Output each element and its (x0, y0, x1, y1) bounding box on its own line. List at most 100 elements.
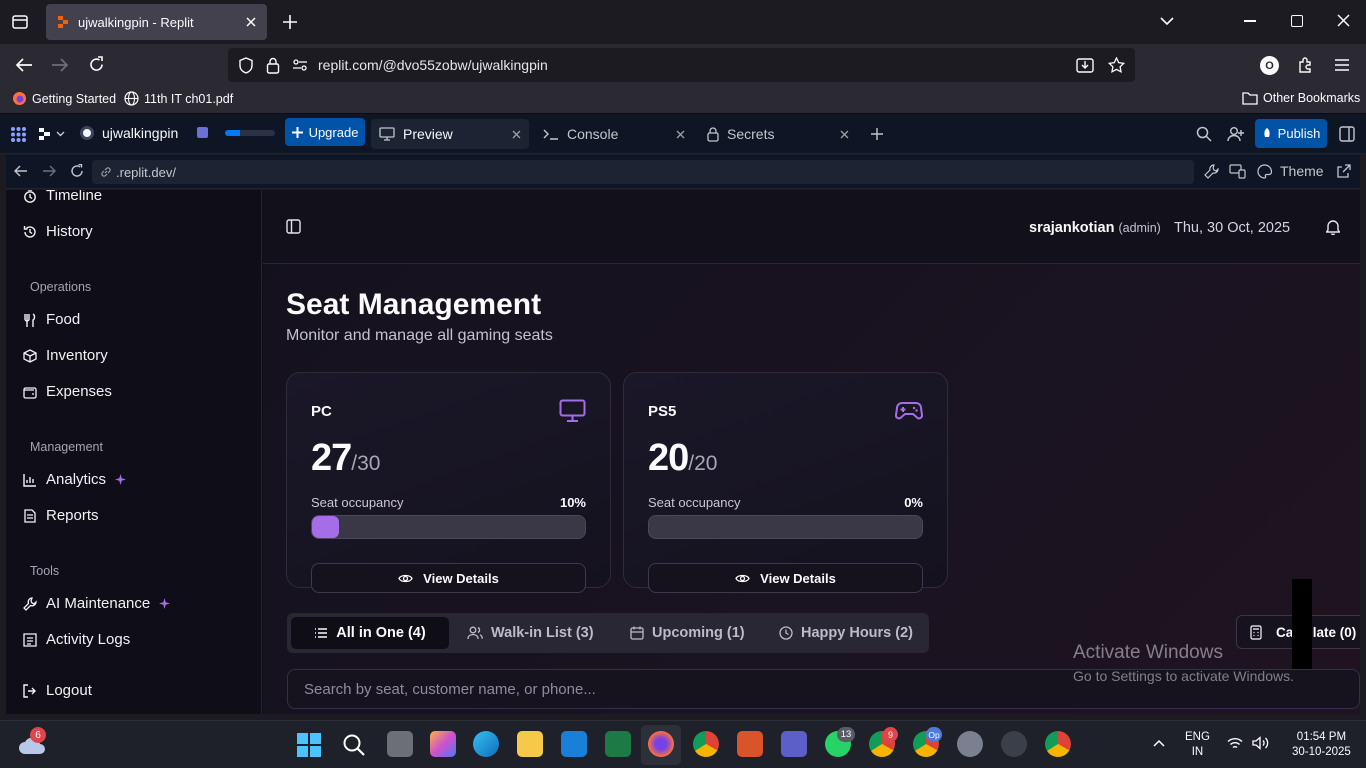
site-permissions-icon[interactable] (292, 58, 308, 72)
sidebar-item-history[interactable]: History (23, 223, 93, 240)
windows-start-icon[interactable] (297, 733, 321, 757)
view-details-button[interactable]: View Details (311, 563, 586, 593)
sidebar-item-activity-logs[interactable]: Activity Logs (23, 631, 130, 648)
save-to-pocket-icon[interactable] (1076, 57, 1094, 73)
sidebar-item-expenses[interactable]: Expenses (23, 383, 112, 400)
upgrade-button[interactable]: Upgrade (285, 118, 365, 146)
forward-icon[interactable] (51, 57, 69, 73)
bell-icon[interactable] (1326, 219, 1340, 235)
tab-all-in-one[interactable]: All in One (4) (291, 617, 449, 649)
open-new-window-icon[interactable] (1337, 164, 1351, 178)
back-icon[interactable] (15, 57, 33, 73)
repl-name[interactable]: ujwalkingpin (80, 125, 178, 141)
palette-icon (1257, 163, 1272, 179)
sidebar-item-reports[interactable]: Reports (23, 507, 99, 524)
settings-gear-icon[interactable] (957, 731, 983, 757)
user-info[interactable]: srajankotian (admin) (1029, 220, 1161, 236)
view-details-button[interactable]: View Details (648, 563, 923, 593)
tab-walk-in-list[interactable]: Walk-in List (3) (455, 617, 606, 649)
stop-icon[interactable] (197, 127, 208, 138)
wifi-icon[interactable] (1227, 737, 1243, 750)
tab-happy-hours[interactable]: Happy Hours (2) (767, 617, 925, 649)
taskbar-search-icon[interactable] (342, 733, 366, 757)
bookmark-pdf[interactable]: 11th IT ch01.pdf (124, 91, 233, 106)
file-text-icon (24, 508, 36, 523)
app-menu-icon[interactable] (1334, 58, 1350, 72)
preview-forward-icon[interactable] (42, 165, 56, 177)
other-bookmarks[interactable]: Other Bookmarks (1242, 91, 1360, 105)
wpm-app-icon[interactable] (1001, 731, 1027, 757)
sidebar-item-analytics[interactable]: Analytics (23, 471, 127, 488)
browser-tab-active[interactable]: ujwalkingpin - Replit (46, 4, 267, 40)
teams-icon[interactable] (781, 731, 807, 757)
sidebar-item-ai-maintenance[interactable]: AI Maintenance (23, 595, 171, 612)
extensions-icon[interactable] (1297, 56, 1315, 74)
minimize-window-button[interactable] (1244, 20, 1256, 22)
theme-button[interactable]: Theme (1257, 163, 1324, 179)
show-hidden-icons-chevron-icon[interactable] (1153, 739, 1165, 747)
volume-icon[interactable] (1252, 736, 1270, 750)
language-indicator[interactable]: ENG IN (1185, 730, 1210, 760)
tab-preview[interactable]: Preview (371, 119, 529, 149)
tab-title: ujwalkingpin - Replit (78, 14, 194, 30)
clock[interactable]: 01:54 PM 30-10-2025 (1292, 730, 1351, 760)
account-avatar-icon[interactable]: O (1260, 56, 1279, 75)
invite-user-icon[interactable] (1227, 126, 1245, 142)
tab-console[interactable]: Console (535, 119, 693, 149)
rocket-icon (1264, 127, 1270, 137)
toggle-panel-icon[interactable] (1339, 126, 1355, 142)
preview-url-field[interactable]: .replit.dev/ (92, 160, 1194, 184)
reload-icon[interactable] (88, 56, 105, 73)
calendar-icon (630, 626, 644, 640)
restore-window-button[interactable] (1291, 15, 1303, 27)
task-view-icon[interactable] (387, 731, 413, 757)
bookmark-getting-started[interactable]: Getting Started (12, 91, 116, 106)
shield-icon[interactable] (238, 56, 254, 74)
list-all-tabs-icon[interactable] (11, 13, 29, 31)
chrome-profile-3-icon[interactable] (1045, 731, 1071, 757)
lock-icon[interactable] (266, 57, 280, 74)
close-window-button[interactable] (1337, 14, 1350, 27)
edge-icon[interactable] (473, 731, 499, 757)
tab-secrets[interactable]: Secrets (699, 119, 857, 149)
search-icon[interactable] (1196, 126, 1212, 142)
store-icon[interactable] (561, 731, 587, 757)
replit-logo-icon (39, 128, 50, 140)
add-tab-icon[interactable] (870, 127, 884, 141)
package-icon (23, 348, 37, 363)
main-content: srajankotian (admin) Thu, 30 Oct, 2025 S… (263, 190, 1360, 714)
logout-button[interactable]: Logout (23, 682, 92, 699)
replit-menu-icon[interactable] (10, 126, 27, 143)
repl-switcher[interactable] (38, 127, 65, 141)
sidebar-item-timeline[interactable]: Timeline (23, 190, 102, 204)
gamepad-icon (895, 401, 923, 421)
excel-icon[interactable] (605, 731, 631, 757)
page-subtitle: Monitor and manage all gaming seats (286, 327, 553, 344)
bookmark-star-icon[interactable] (1108, 56, 1125, 74)
address-bar[interactable]: replit.com/@dvo55zobw/ujwalkingpin (228, 48, 1135, 82)
sidebar-item-food[interactable]: Food (23, 311, 80, 328)
tab-upcoming[interactable]: Upcoming (1) (618, 617, 757, 649)
publish-button[interactable]: Publish (1255, 119, 1327, 148)
tab-overflow-chevron-icon[interactable] (1160, 16, 1174, 26)
new-tab-icon[interactable] (282, 14, 298, 30)
occupancy-label: Seat occupancy (311, 495, 404, 510)
devices-icon[interactable] (1229, 164, 1246, 179)
toggle-sidebar-icon[interactable] (286, 219, 301, 234)
file-explorer-icon[interactable] (517, 731, 543, 757)
chrome-icon[interactable] (693, 731, 719, 757)
eye-icon (398, 574, 413, 582)
navigation-toolbar: replit.com/@dvo55zobw/ujwalkingpin O (0, 44, 1366, 86)
current-date: Thu, 30 Oct, 2025 (1174, 220, 1291, 236)
eye-icon (735, 574, 750, 582)
preview-reload-icon[interactable] (70, 164, 84, 178)
terminal-icon (543, 129, 558, 140)
devtools-wrench-icon[interactable] (1204, 164, 1219, 179)
preview-back-icon[interactable] (14, 165, 28, 177)
firefox-taskbar-icon[interactable] (648, 731, 674, 757)
sidebar-item-inventory[interactable]: Inventory (23, 347, 108, 364)
occupancy-label: Seat occupancy (648, 495, 741, 510)
copilot-icon[interactable] (430, 731, 456, 757)
close-tab-icon[interactable] (245, 16, 257, 28)
powerpoint-icon[interactable] (737, 731, 763, 757)
